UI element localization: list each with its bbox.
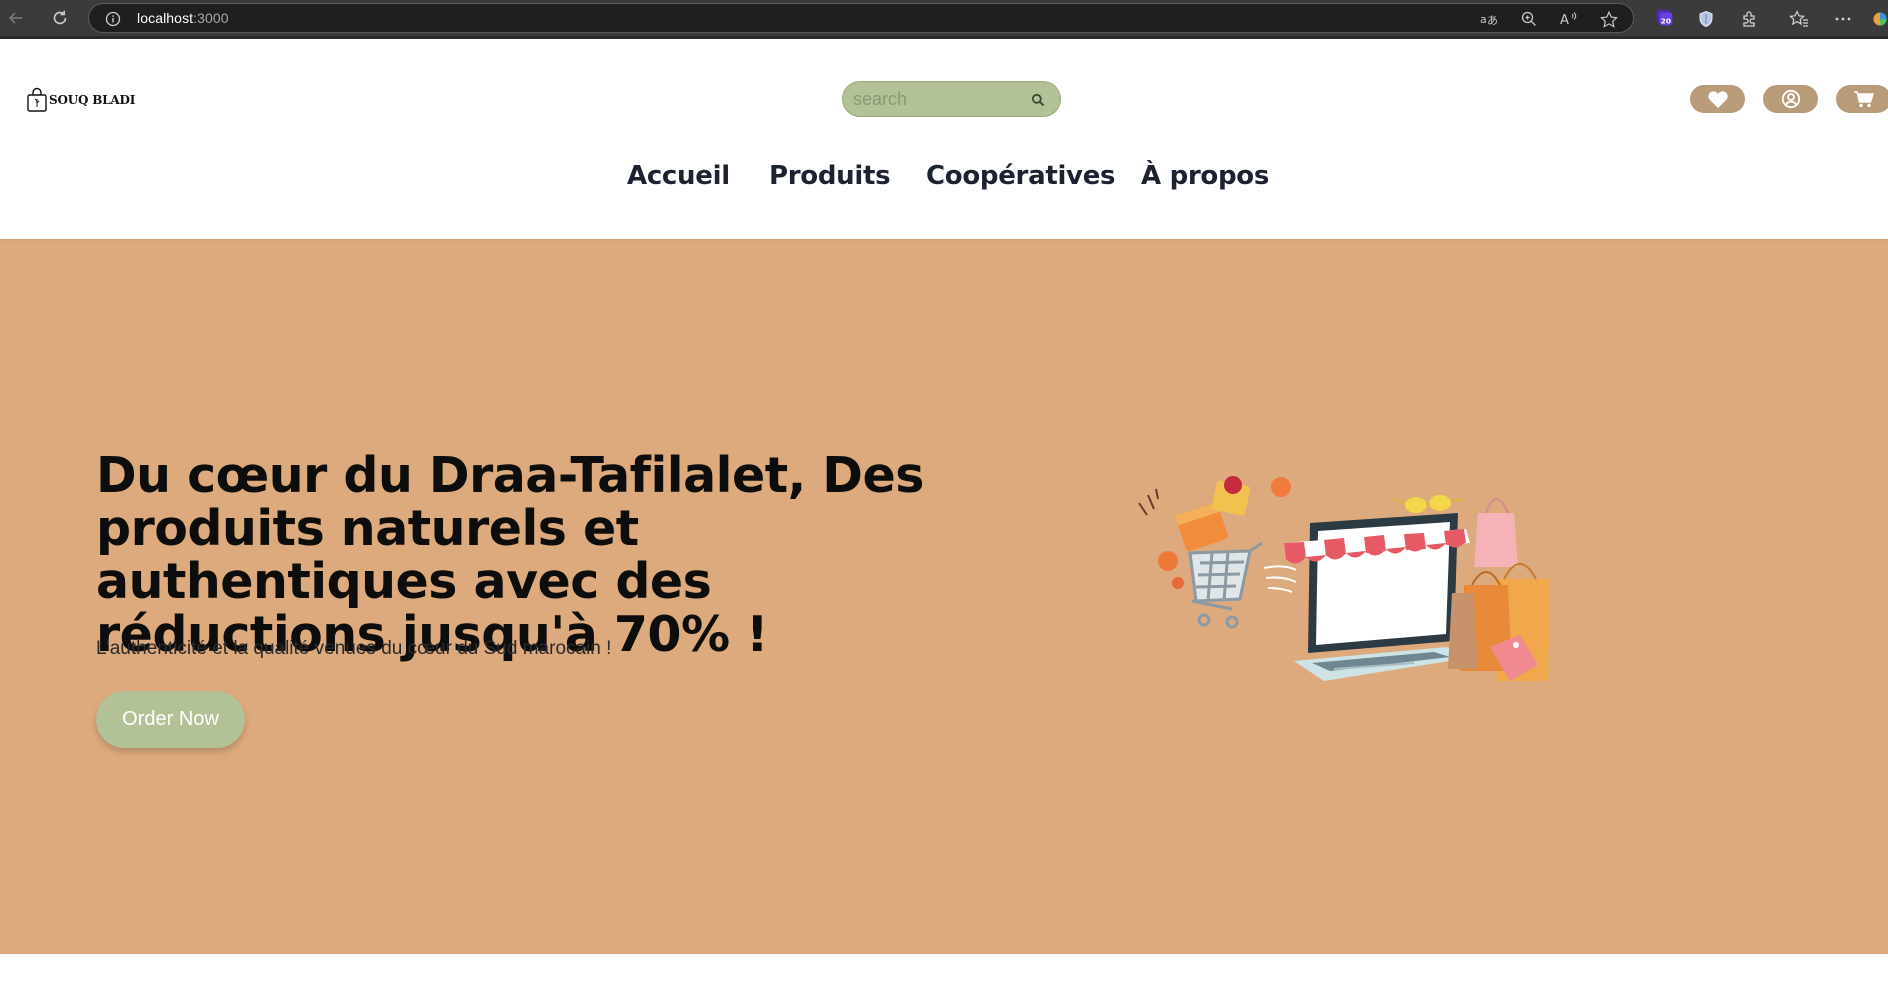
- more-icon[interactable]: [1832, 8, 1854, 30]
- search-icon[interactable]: [1030, 92, 1046, 108]
- url-host: localhost: [137, 10, 194, 26]
- translate-icon[interactable]: aあ: [1480, 11, 1498, 27]
- reload-icon[interactable]: [48, 6, 72, 30]
- laptop-illustration: [1284, 513, 1474, 681]
- sunglasses-illustration: [1393, 495, 1465, 513]
- shopping-cart-illustration: [1188, 541, 1263, 629]
- info-icon[interactable]: [105, 11, 121, 27]
- url-text: localhost:3000: [137, 10, 229, 26]
- cart-button[interactable]: [1836, 85, 1888, 113]
- browser-toolbar: localhost:3000 aあ A 20: [0, 0, 1888, 36]
- url-port: :3000: [193, 10, 229, 26]
- read-aloud-icon[interactable]: A: [1560, 11, 1578, 27]
- address-bar[interactable]: localhost:3000 aあ A: [88, 3, 1634, 33]
- logo-text: SOUQ BLADI: [49, 93, 136, 107]
- svg-text:a: a: [1480, 13, 1487, 26]
- account-button[interactable]: [1763, 85, 1818, 113]
- site-header: SOUQ BLADI Accueil Produits Coopératives…: [0, 39, 1888, 239]
- menu-item-produits[interactable]: Produits: [769, 161, 891, 191]
- menu-item-cooperatives[interactable]: Coopératives: [926, 161, 1116, 191]
- hero-title: Du cœur du Draa-Tafilalet, Des produits …: [96, 447, 924, 663]
- favorites-icon[interactable]: [1788, 8, 1810, 30]
- ecommerce-illustration: [1138, 476, 1550, 681]
- user-icon: [1781, 89, 1800, 109]
- svg-text:あ: あ: [1487, 14, 1498, 27]
- page-below-hero: [0, 954, 1888, 990]
- shopping-bag-logo-icon: [27, 87, 47, 112]
- search-bar: [842, 81, 1061, 117]
- heart-icon: [1707, 90, 1728, 108]
- hero-section: Du cœur du Draa-Tafilalet, Des produits …: [0, 239, 1888, 954]
- shopping-bags-illustration: [1448, 498, 1550, 681]
- site-logo[interactable]: SOUQ BLADI: [26, 87, 135, 113]
- copilot-icon[interactable]: 20: [1653, 7, 1675, 29]
- extension-badge: 20: [1661, 17, 1671, 26]
- shield-icon[interactable]: [1695, 8, 1717, 30]
- search-input[interactable]: [853, 82, 1013, 116]
- extensions-icon[interactable]: [1739, 8, 1761, 30]
- menu-item-accueil[interactable]: Accueil: [627, 161, 730, 191]
- browser-profile-icon[interactable]: [1872, 8, 1888, 30]
- main-menu: Accueil Produits Coopératives À propos: [0, 161, 1888, 201]
- wishlist-button[interactable]: [1690, 85, 1745, 113]
- menu-item-a-propos[interactable]: À propos: [1141, 161, 1269, 191]
- favorite-star-icon[interactable]: [1600, 10, 1618, 28]
- order-now-button[interactable]: Order Now: [96, 691, 245, 748]
- svg-text:A: A: [1560, 13, 1569, 27]
- back-arrow-icon[interactable]: [4, 6, 28, 30]
- hero-subtitle: L’authenticité et la qualité venues du c…: [96, 638, 612, 659]
- zoom-icon[interactable]: [1520, 11, 1538, 27]
- cart-icon: [1853, 91, 1874, 108]
